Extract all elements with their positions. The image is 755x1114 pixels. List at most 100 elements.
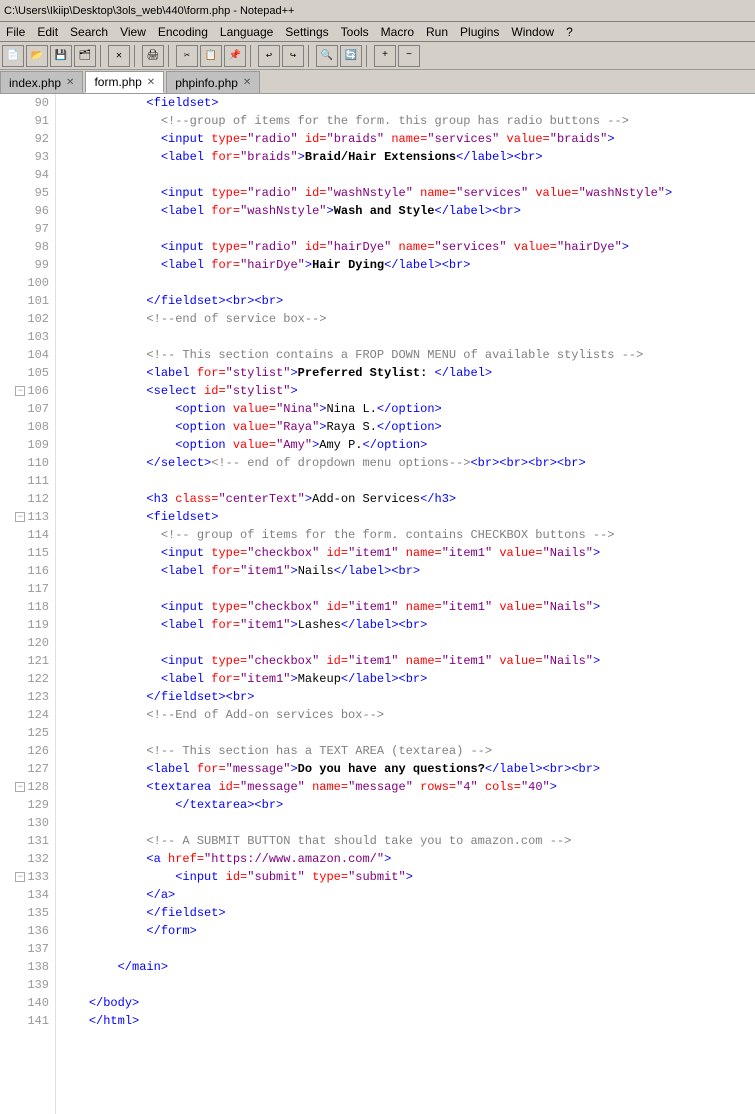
zoom-out-button[interactable]: − — [398, 45, 420, 67]
save-all-button[interactable]: 🗂 — [74, 45, 96, 67]
menu-view[interactable]: View — [114, 25, 152, 39]
menu-help[interactable]: ? — [560, 25, 579, 39]
code-line-106[interactable]: <select id="stylist"> — [56, 382, 755, 400]
code-line-98[interactable]: <input type="radio" id="hairDye" name="s… — [56, 238, 755, 256]
print-button[interactable]: 🖨 — [142, 45, 164, 67]
menu-window[interactable]: Window — [505, 25, 560, 39]
code-line-107[interactable]: <option value="Nina">Nina L.</option> — [56, 400, 755, 418]
code-line-empty-1[interactable] — [56, 1030, 755, 1048]
code-line-123[interactable]: </fieldset><br> — [56, 688, 755, 706]
code-line-99[interactable]: <label for="hairDye">Hair Dying</label><… — [56, 256, 755, 274]
fold-icon-128[interactable]: − — [15, 782, 25, 792]
ln-98: 98 — [0, 238, 55, 256]
fold-icon-106[interactable]: − — [15, 386, 25, 396]
code-area[interactable]: <fieldset> <!--group of items for the fo… — [56, 94, 755, 1114]
code-line-132[interactable]: <a href="https://www.amazon.com/"> — [56, 850, 755, 868]
code-line-empty-2[interactable] — [56, 1048, 755, 1066]
code-line-114[interactable]: <!-- group of items for the form. contai… — [56, 526, 755, 544]
code-line-103[interactable] — [56, 328, 755, 346]
menu-bar[interactable]: File Edit Search View Encoding Language … — [0, 22, 755, 42]
code-line-129[interactable]: </textarea><br> — [56, 796, 755, 814]
new-button[interactable]: 📄 — [2, 45, 24, 67]
code-line-122[interactable]: <label for="item1">Makeup</label><br> — [56, 670, 755, 688]
code-line-140[interactable]: </body> — [56, 994, 755, 1012]
code-line-121[interactable]: <input type="checkbox" id="item1" name="… — [56, 652, 755, 670]
code-line-104[interactable]: <!-- This section contains a FROP DOWN M… — [56, 346, 755, 364]
menu-encoding[interactable]: Encoding — [152, 25, 214, 39]
find-button[interactable]: 🔍 — [316, 45, 338, 67]
code-line-105[interactable]: <label for="stylist">Preferred Stylist: … — [56, 364, 755, 382]
code-line-90[interactable]: <fieldset> — [56, 94, 755, 112]
code-line-110[interactable]: </select><!-- end of dropdown menu optio… — [56, 454, 755, 472]
code-line-115[interactable]: <input type="checkbox" id="item1" name="… — [56, 544, 755, 562]
code-line-126[interactable]: <!-- This section has a TEXT AREA (texta… — [56, 742, 755, 760]
tab-form-close[interactable]: ✕ — [147, 77, 155, 88]
tab-form[interactable]: form.php ✕ — [85, 71, 164, 93]
code-line-96[interactable]: <label for="washNstyle">Wash and Style</… — [56, 202, 755, 220]
menu-edit[interactable]: Edit — [31, 25, 64, 39]
code-line-102[interactable]: <!--end of service box--> — [56, 310, 755, 328]
code-line-94[interactable] — [56, 166, 755, 184]
cut-button[interactable]: ✂ — [176, 45, 198, 67]
code-line-130[interactable] — [56, 814, 755, 832]
code-line-131[interactable]: <!-- A SUBMIT BUTTON that should take yo… — [56, 832, 755, 850]
code-line-empty-5[interactable] — [56, 1102, 755, 1114]
code-line-91[interactable]: <!--group of items for the form. this gr… — [56, 112, 755, 130]
tab-index-close[interactable]: ✕ — [66, 77, 74, 88]
menu-file[interactable]: File — [0, 25, 31, 39]
code-line-119[interactable]: <label for="item1">Lashes</label><br> — [56, 616, 755, 634]
code-line-100[interactable] — [56, 274, 755, 292]
code-line-113[interactable]: <fieldset> — [56, 508, 755, 526]
code-line-141[interactable]: </html> — [56, 1012, 755, 1030]
tab-index[interactable]: index.php ✕ — [0, 71, 83, 93]
code-line-139[interactable] — [56, 976, 755, 994]
code-line-124[interactable]: <!--End of Add-on services box--> — [56, 706, 755, 724]
code-line-111[interactable] — [56, 472, 755, 490]
code-line-112[interactable]: <h3 class="centerText">Add-on Services</… — [56, 490, 755, 508]
code-line-93[interactable]: <label for="braids">Braid/Hair Extension… — [56, 148, 755, 166]
menu-macro[interactable]: Macro — [375, 25, 420, 39]
zoom-in-button[interactable]: + — [374, 45, 396, 67]
code-line-133[interactable]: <input id="submit" type="submit"> — [56, 868, 755, 886]
menu-tools[interactable]: Tools — [335, 25, 375, 39]
paste-button[interactable]: 📌 — [224, 45, 246, 67]
menu-plugins[interactable]: Plugins — [454, 25, 505, 39]
code-line-109[interactable]: <option value="Amy">Amy P.</option> — [56, 436, 755, 454]
save-button[interactable]: 💾 — [50, 45, 72, 67]
code-line-138[interactable]: </main> — [56, 958, 755, 976]
fold-icon-113[interactable]: − — [15, 512, 25, 522]
code-line-116[interactable]: <label for="item1">Nails</label><br> — [56, 562, 755, 580]
tab-phpinfo-close[interactable]: ✕ — [243, 77, 251, 88]
code-line-118[interactable]: <input type="checkbox" id="item1" name="… — [56, 598, 755, 616]
menu-search[interactable]: Search — [64, 25, 114, 39]
code-line-136[interactable]: </form> — [56, 922, 755, 940]
menu-language[interactable]: Language — [214, 25, 279, 39]
code-line-125[interactable] — [56, 724, 755, 742]
code-line-95[interactable]: <input type="radio" id="washNstyle" name… — [56, 184, 755, 202]
code-line-empty-4[interactable] — [56, 1084, 755, 1102]
code-line-108[interactable]: <option value="Raya">Raya S.</option> — [56, 418, 755, 436]
close-button[interactable]: ✕ — [108, 45, 130, 67]
code-line-127[interactable]: <label for="message">Do you have any que… — [56, 760, 755, 778]
menu-run[interactable]: Run — [420, 25, 454, 39]
code-line-117[interactable] — [56, 580, 755, 598]
copy-button[interactable]: 📋 — [200, 45, 222, 67]
undo-button[interactable]: ↩ — [258, 45, 280, 67]
menu-settings[interactable]: Settings — [279, 25, 334, 39]
code-line-135[interactable]: </fieldset> — [56, 904, 755, 922]
tab-phpinfo[interactable]: phpinfo.php ✕ — [166, 71, 260, 93]
redo-button[interactable]: ↪ — [282, 45, 304, 67]
code-line-empty-3[interactable] — [56, 1066, 755, 1084]
code-line-97[interactable] — [56, 220, 755, 238]
code-line-137[interactable] — [56, 940, 755, 958]
code-line-134[interactable]: </a> — [56, 886, 755, 904]
code-line-101[interactable]: </fieldset><br><br> — [56, 292, 755, 310]
code-line-92[interactable]: <input type="radio" id="braids" name="se… — [56, 130, 755, 148]
replace-button[interactable]: 🔄 — [340, 45, 362, 67]
ln-96: 96 — [0, 202, 55, 220]
tabs-bar[interactable]: index.php ✕ form.php ✕ phpinfo.php ✕ — [0, 70, 755, 94]
open-button[interactable]: 📂 — [26, 45, 48, 67]
code-line-128[interactable]: <textarea id="message" name="message" ro… — [56, 778, 755, 796]
fold-icon-133[interactable]: − — [15, 872, 25, 882]
code-line-120[interactable] — [56, 634, 755, 652]
